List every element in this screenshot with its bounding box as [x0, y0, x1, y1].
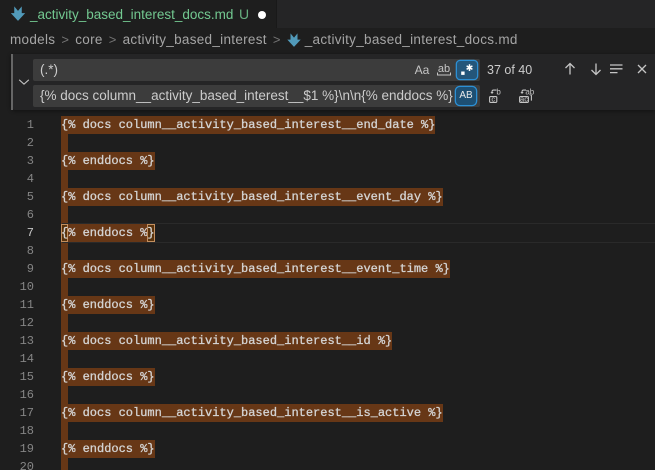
svg-text:b: b	[496, 88, 501, 96]
svg-text:ac: ac	[520, 95, 528, 104]
svg-text:c: c	[491, 95, 495, 104]
svg-text:ab: ab	[438, 63, 450, 75]
